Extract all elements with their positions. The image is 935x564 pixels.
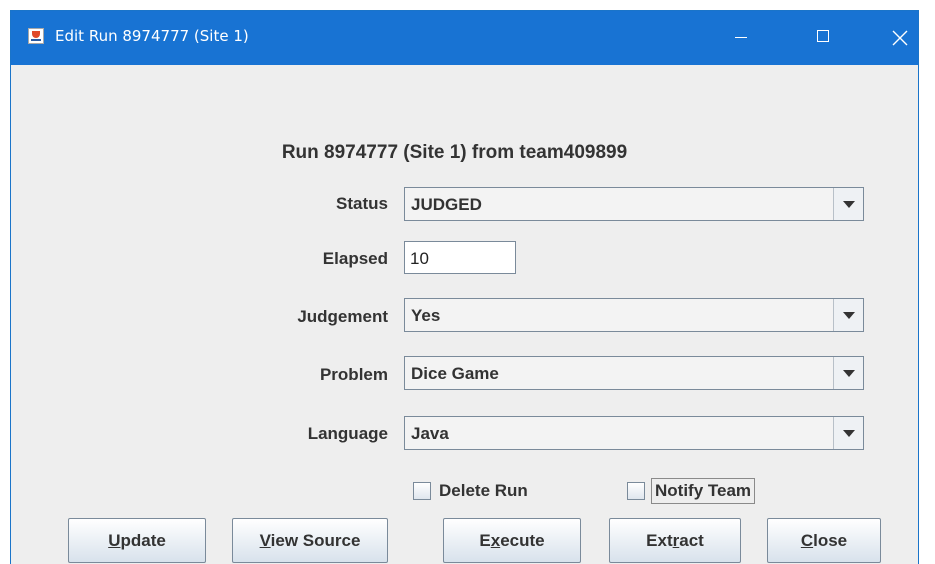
close-button[interactable]: Close [767,518,881,563]
elapsed-value: 10 [410,249,429,268]
problem-value: Dice Game [411,364,499,383]
elapsed-input[interactable]: 10 [404,241,516,274]
language-value: Java [411,424,449,443]
chevron-down-icon[interactable] [833,299,863,331]
view-source-button[interactable]: View Source [232,518,388,563]
maximize-button[interactable] [795,11,851,65]
run-heading: Run 8974777 (Site 1) from team409899 [11,142,918,164]
extract-button[interactable]: Extract [609,518,741,563]
chevron-down-icon[interactable] [833,357,863,389]
status-label: Status [336,194,388,213]
java-app-icon [28,28,44,44]
title-bar[interactable]: Edit Run 8974777 (Site 1) [11,11,918,65]
run-heading-text: Run 8974777 (Site 1) from team409899 [281,142,628,163]
close-icon [892,30,908,46]
minimize-button[interactable] [713,11,769,65]
delete-run-label: Delete Run [439,481,528,500]
problem-select[interactable]: Dice Game [404,356,864,390]
notify-team-checkbox-box[interactable] [627,482,645,500]
judgement-select[interactable]: Yes [404,298,864,332]
edit-run-window: Edit Run 8974777 (Site 1) Run 8974777 (S… [10,10,919,564]
problem-label: Problem [319,365,388,384]
status-value: JUDGED [411,195,482,214]
delete-run-checkbox-box[interactable] [413,482,431,500]
window-title: Edit Run 8974777 (Site 1) [55,27,249,45]
execute-button[interactable]: Execute [443,518,581,563]
elapsed-label: Elapsed [322,249,388,268]
judgement-value: Yes [411,306,441,325]
status-select[interactable]: JUDGED [404,187,864,221]
update-button[interactable]: Update [68,518,206,563]
judgement-label: Judgement [297,307,388,326]
notify-team-label: Notify Team [651,478,756,504]
chevron-down-icon[interactable] [833,188,863,220]
language-label: Language [307,424,388,443]
language-select[interactable]: Java [404,416,864,450]
close-window-button[interactable] [877,11,920,65]
chevron-down-icon[interactable] [833,417,863,449]
